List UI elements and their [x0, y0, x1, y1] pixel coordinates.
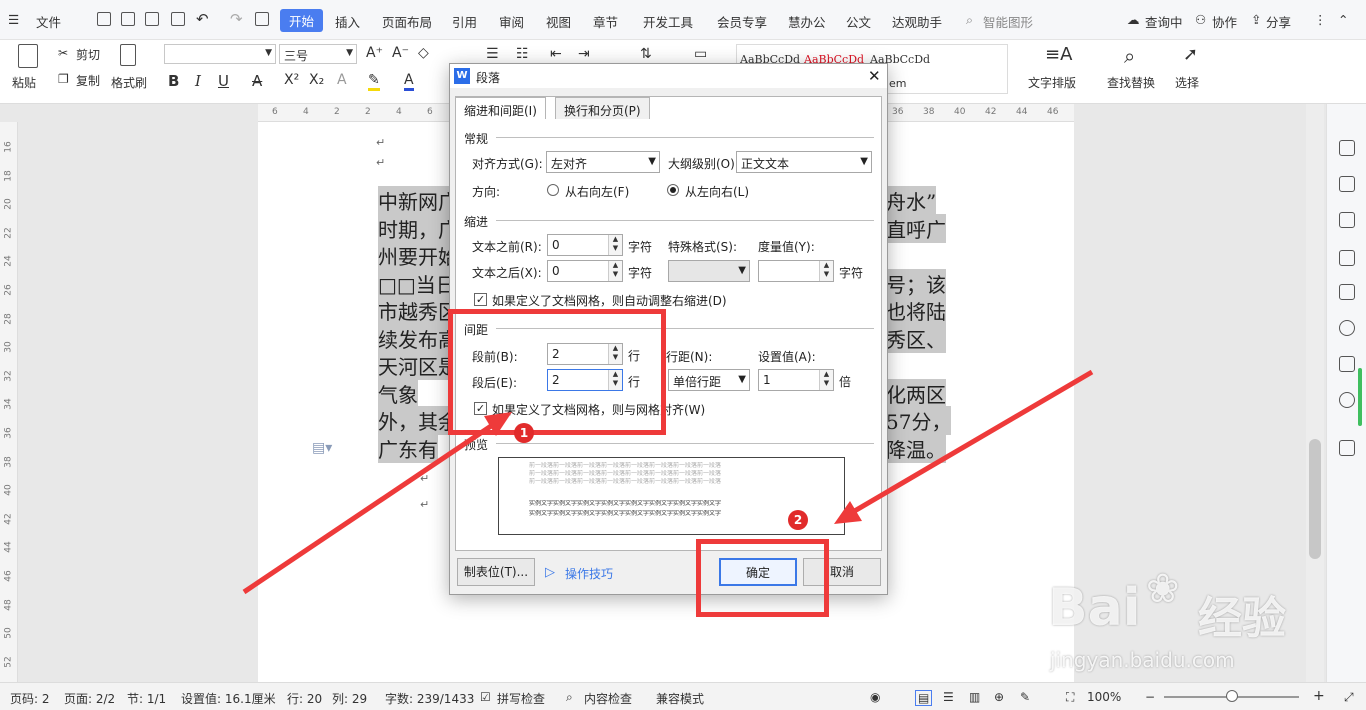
- paw-icon: ❀: [1146, 566, 1180, 612]
- annotation-badge-2: 2: [788, 510, 808, 530]
- annotation-arrowhead-2: [834, 501, 862, 524]
- annotation-arrow-2: [844, 369, 1094, 519]
- annotation-badge-1: 1: [514, 423, 534, 443]
- watermark-brand: Bai: [1048, 578, 1141, 638]
- annotation-arrow-1: [242, 417, 502, 595]
- baidu-watermark: Bai ❀ 经验 jingyan.baidu.com: [1048, 560, 1348, 680]
- watermark-url: jingyan.baidu.com: [1050, 648, 1235, 672]
- annotation-arrowhead-1: [484, 412, 512, 436]
- watermark-brand-cn: 经验: [1198, 593, 1286, 644]
